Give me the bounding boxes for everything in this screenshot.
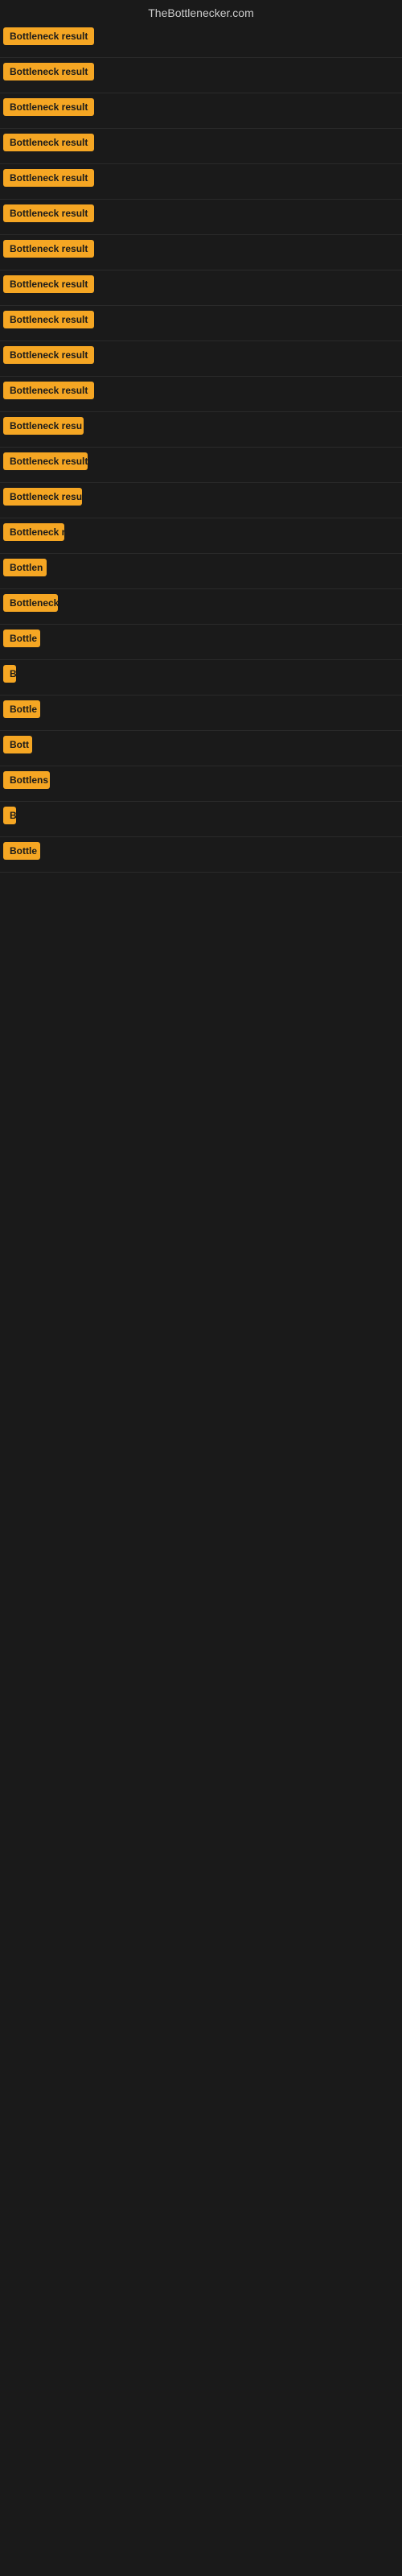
bottleneck-badge-11[interactable]: Bottleneck result	[3, 382, 94, 399]
bottleneck-badge-15[interactable]: Bottleneck r	[3, 523, 64, 541]
bottleneck-badge-21[interactable]: Bott	[3, 736, 32, 753]
badge-row-24: Bottle	[0, 837, 402, 873]
badge-row-19: B	[0, 660, 402, 696]
badge-row-8: Bottleneck result	[0, 270, 402, 306]
site-title: TheBottlenecker.com	[0, 0, 402, 23]
bottleneck-badge-1[interactable]: Bottleneck result	[3, 27, 94, 45]
bottleneck-badge-16[interactable]: Bottlen	[3, 559, 47, 576]
badge-row-23: B	[0, 802, 402, 837]
bottleneck-badge-4[interactable]: Bottleneck result	[3, 134, 94, 151]
badge-row-11: Bottleneck result	[0, 377, 402, 412]
badges-container: Bottleneck result Bottleneck result Bottle…	[0, 23, 402, 1758]
bottleneck-badge-17[interactable]: Bottleneck	[3, 594, 58, 612]
bottleneck-badge-13[interactable]: Bottleneck result	[3, 452, 88, 470]
badge-row-12: Bottleneck resu	[0, 412, 402, 448]
badge-row-16: Bottlen	[0, 554, 402, 589]
badge-row-10: Bottleneck result	[0, 341, 402, 377]
bottleneck-badge-23[interactable]: B	[3, 807, 16, 824]
badge-row-5: Bottleneck result	[0, 164, 402, 200]
badge-row-21: Bott	[0, 731, 402, 766]
bottleneck-badge-18[interactable]: Bottle	[3, 630, 40, 647]
bottleneck-badge-20[interactable]: Bottle	[3, 700, 40, 718]
empty-space	[0, 873, 402, 1758]
bottleneck-badge-8[interactable]: Bottleneck result	[3, 275, 94, 293]
bottleneck-badge-2[interactable]: Bottleneck result	[3, 63, 94, 80]
badge-row-14: Bottleneck resul	[0, 483, 402, 518]
badge-row-3: Bottleneck result	[0, 93, 402, 129]
badge-row-6: Bottleneck result	[0, 200, 402, 235]
bottleneck-badge-14[interactable]: Bottleneck resul	[3, 488, 82, 506]
badge-row-18: Bottle	[0, 625, 402, 660]
bottleneck-badge-9[interactable]: Bottleneck result	[3, 311, 94, 328]
badge-row-17: Bottleneck	[0, 589, 402, 625]
badge-row-4: Bottleneck result	[0, 129, 402, 164]
bottleneck-badge-7[interactable]: Bottleneck result	[3, 240, 94, 258]
badge-row-7: Bottleneck result	[0, 235, 402, 270]
site-title-container: TheBottlenecker.com	[0, 0, 402, 23]
bottleneck-badge-6[interactable]: Bottleneck result	[3, 204, 94, 222]
badge-row-15: Bottleneck r	[0, 518, 402, 554]
bottleneck-badge-24[interactable]: Bottle	[3, 842, 40, 860]
bottleneck-badge-5[interactable]: Bottleneck result	[3, 169, 94, 187]
badge-row-20: Bottle	[0, 696, 402, 731]
badge-row-2: Bottleneck result	[0, 58, 402, 93]
bottleneck-badge-12[interactable]: Bottleneck resu	[3, 417, 84, 435]
bottleneck-badge-10[interactable]: Bottleneck result	[3, 346, 94, 364]
bottleneck-badge-19[interactable]: B	[3, 665, 16, 683]
bottleneck-badge-3[interactable]: Bottleneck result	[3, 98, 94, 116]
badge-row-1: Bottleneck result	[0, 23, 402, 58]
badge-row-9: Bottleneck result	[0, 306, 402, 341]
badge-row-13: Bottleneck result	[0, 448, 402, 483]
bottleneck-badge-22[interactable]: Bottlens	[3, 771, 50, 789]
badge-row-22: Bottlens	[0, 766, 402, 802]
